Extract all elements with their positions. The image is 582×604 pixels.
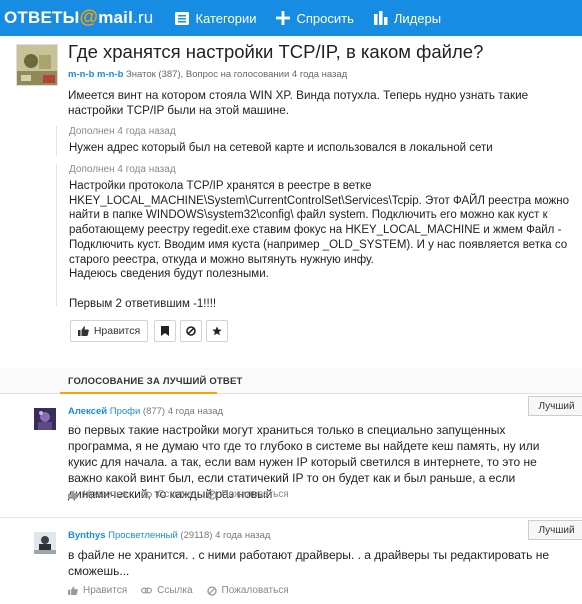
answer-author-avatar[interactable]	[34, 532, 56, 554]
answer-link-label: Ссылка	[157, 489, 193, 500]
answer-meta-text: (29118) 4 года назад	[180, 530, 271, 541]
nav-ask[interactable]: Спросить	[276, 10, 354, 26]
answer-meta: Алексей Профи (877) 4 года назад	[68, 406, 223, 417]
avatar-image	[17, 45, 57, 85]
logo-ru: .ru	[133, 8, 154, 27]
link-icon	[141, 587, 153, 594]
leaders-chart-icon	[373, 11, 388, 25]
answer-author-name[interactable]: Алексей	[68, 406, 107, 417]
best-answer-button[interactable]: Лучший	[528, 396, 582, 416]
plus-icon	[276, 11, 291, 25]
addendum-label: Дополнен 4 года назад	[69, 126, 176, 137]
answer-actions: Нравится Ссылка Пожаловаться	[68, 585, 303, 596]
voting-section-header: ГОЛОСОВАНИЕ ЗА ЛУЧШИЙ ОТВЕТ	[0, 368, 582, 394]
answer-author-name[interactable]: Bynthys	[68, 530, 105, 541]
bookmark-button[interactable]	[154, 320, 176, 342]
avatar-image	[34, 408, 56, 430]
voting-title: ГОЛОСОВАНИЕ ЗА ЛУЧШИЙ ОТВЕТ	[68, 376, 243, 387]
answer-report-label: Пожаловаться	[221, 489, 289, 500]
answer-item: Лучший Bynthys Просветленный (29118) 4 г…	[0, 518, 582, 604]
answer-actions: Нравится Ссылка Пожаловаться	[68, 489, 303, 500]
bookmark-icon	[161, 326, 169, 336]
logo-mail: mail	[98, 8, 134, 27]
top-navigation-bar: ОТВЕТЫ @ mail .ru Категории Спросить Лидеры	[0, 0, 582, 36]
categories-icon	[175, 11, 190, 25]
link-icon	[141, 491, 153, 498]
nav-categories[interactable]: Категории	[175, 11, 256, 26]
question-title: Где хранятся настройки TCP/IP, в каком ф…	[68, 41, 484, 62]
like-button[interactable]: Нравится	[70, 320, 148, 342]
question-meta: m-n-b m-n-b Знаток (387), Вопрос на голо…	[68, 69, 347, 80]
nav-categories-label: Категории	[195, 10, 257, 26]
thumbs-up-icon	[68, 490, 78, 499]
addendum-text: Нужен адрес который был на сетевой карте…	[69, 142, 493, 154]
answer-report-button[interactable]: Пожаловаться	[206, 489, 289, 500]
question-addendum: Дополнен 4 года назад Нужен адрес которы…	[56, 126, 576, 156]
answer-author-avatar[interactable]	[34, 408, 56, 430]
favorite-button[interactable]	[206, 320, 228, 342]
question-author-avatar[interactable]	[16, 44, 58, 86]
thumbs-up-icon	[77, 326, 89, 336]
answer-like-label: Нравится	[83, 585, 128, 596]
block-button[interactable]	[180, 320, 202, 342]
answer-like-button[interactable]: Нравится	[68, 489, 127, 500]
question-meta-text: Знаток (387), Вопрос на голосовании 4 го…	[126, 69, 348, 80]
logo-at: @	[79, 7, 99, 28]
answer-author-rank: Профи	[109, 406, 141, 417]
question-addendum: Дополнен 4 года назад Настройки протокол…	[56, 164, 576, 310]
nav-ask-label: Спросить	[296, 10, 354, 26]
answer-like-button[interactable]: Нравится	[68, 585, 127, 596]
star-icon	[212, 326, 222, 336]
question-actions: Нравится	[70, 320, 228, 342]
addendum-text: Настройки протокола TCP/IP хранятся в ре…	[69, 180, 569, 310]
answer-meta-text: (877) 4 года назад	[142, 406, 224, 417]
addendum-label: Дополнен 4 года назад	[69, 164, 176, 175]
like-button-label: Нравится	[93, 325, 141, 337]
thumbs-up-icon	[68, 586, 78, 595]
block-icon	[186, 326, 196, 336]
answer-text: в файле не хранится. . с ними работают д…	[68, 548, 550, 578]
answer-author-rank: Просветленный	[108, 530, 178, 541]
nav-leaders-label: Лидеры	[393, 10, 442, 26]
logo-main: ОТВЕТЫ	[4, 8, 80, 27]
question-author-name[interactable]: m-n-b m-n-b	[68, 69, 123, 80]
nav-leaders[interactable]: Лидеры	[373, 10, 442, 26]
answer-report-button[interactable]: Пожаловаться	[206, 585, 289, 596]
answer-link-button[interactable]: Ссылка	[141, 585, 193, 596]
answer-link-label: Ссылка	[157, 585, 193, 596]
answer-meta: Bynthys Просветленный (29118) 4 года наз…	[68, 530, 270, 541]
answer-like-label: Нравится	[83, 489, 128, 500]
best-answer-button[interactable]: Лучший	[528, 520, 582, 540]
block-icon	[206, 489, 217, 500]
question-body: Имеется винт на котором стояла WIN XP. В…	[68, 89, 529, 117]
avatar-image	[34, 532, 56, 554]
site-logo[interactable]: ОТВЕТЫ @ mail .ru	[4, 7, 153, 29]
block-icon	[206, 585, 217, 596]
answer-item: Лучший Алексей Профи (877) 4 года назад …	[0, 394, 582, 514]
answer-report-label: Пожаловаться	[221, 585, 289, 596]
answer-link-button[interactable]: Ссылка	[141, 489, 193, 500]
